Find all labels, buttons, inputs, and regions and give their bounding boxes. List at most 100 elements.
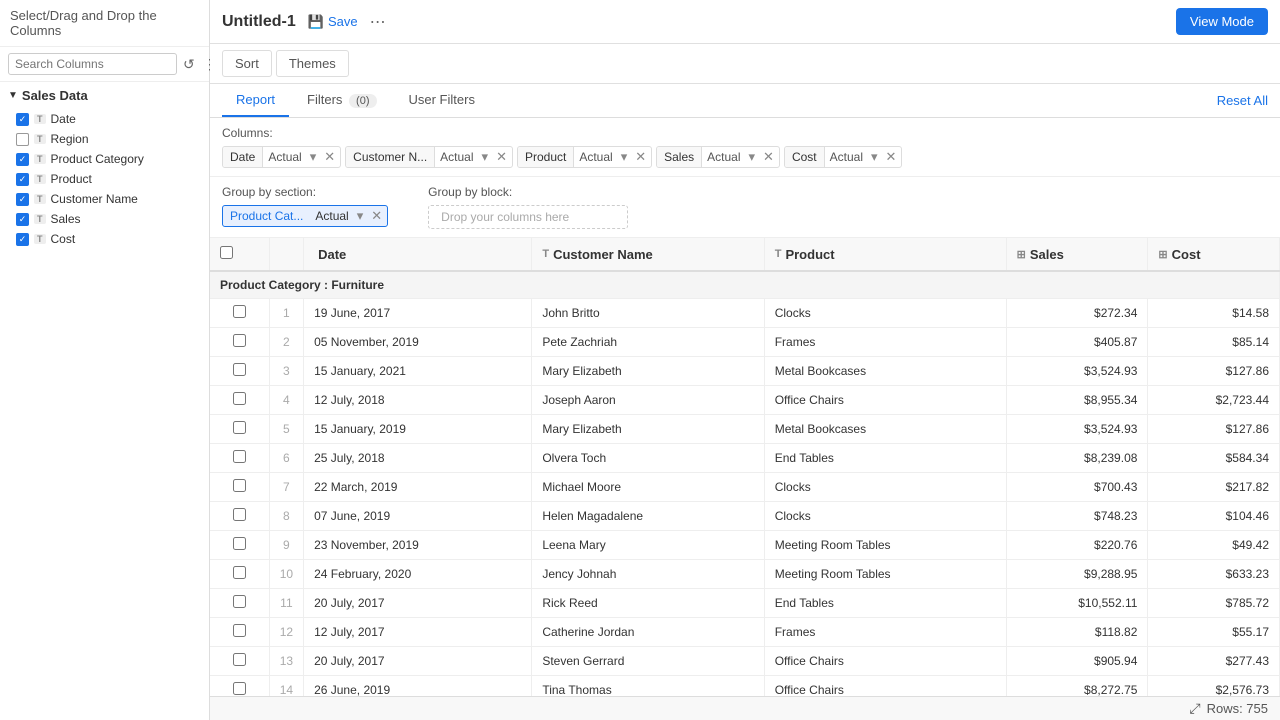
table-row[interactable]: 625 July, 2018Olvera TochEnd Tables$8,23… [210,444,1280,473]
table-row[interactable]: 119 June, 2017John BrittoClocks$272.34$1… [210,299,1280,328]
row-checkbox-cell[interactable] [210,386,269,415]
column-chip[interactable]: Customer N... Actual ▾ ✕ [345,146,513,168]
table-row[interactable]: 1212 July, 2017Catherine JordanFrames$11… [210,618,1280,647]
cell-date: 07 June, 2019 [304,502,532,531]
row-checkbox[interactable] [233,566,246,579]
row-checkbox-cell[interactable] [210,444,269,473]
chevron-down-icon[interactable]: ▾ [746,147,759,167]
tab-report[interactable]: Report [222,84,289,117]
filters-tab-label: Filters [307,92,342,107]
row-checkbox[interactable] [233,450,246,463]
row-checkbox[interactable] [233,479,246,492]
view-mode-button[interactable]: View Mode [1176,8,1268,35]
cell-cost: $217.82 [1148,473,1280,502]
sidebar-field-product[interactable]: ✓TProduct [0,169,209,189]
close-icon[interactable]: ✕ [630,147,651,167]
row-checkbox-cell[interactable] [210,299,269,328]
refresh-icon[interactable]: ↺ [181,54,197,75]
sidebar-field-sales[interactable]: ✓TSales [0,209,209,229]
cell-sales: $8,239.08 [1006,444,1148,473]
th-cost: ⊞Cost [1148,238,1280,271]
th-checkbox[interactable] [210,238,269,271]
table-row[interactable]: 205 November, 2019Pete ZachriahFrames$40… [210,328,1280,357]
close-icon[interactable]: ✕ [366,206,387,226]
row-checkbox-cell[interactable] [210,589,269,618]
sidebar-group-sales-data[interactable]: ▼ Sales Data [0,82,209,109]
row-checkbox[interactable] [233,334,246,347]
tab-filters[interactable]: Filters (0) [293,84,390,117]
groupby-chip[interactable]: Product Cat... Actual ▾ ✕ [222,205,388,227]
table-row[interactable]: 1320 July, 2017Steven GerrardOffice Chai… [210,647,1280,676]
table-row[interactable]: 1120 July, 2017Rick ReedEnd Tables$10,55… [210,589,1280,618]
table-row[interactable]: 315 January, 2021Mary ElizabethMetal Boo… [210,357,1280,386]
row-checkbox-cell[interactable] [210,473,269,502]
row-checkbox[interactable] [233,508,246,521]
chevron-down-icon[interactable]: ▾ [479,147,492,167]
chevron-down-icon[interactable]: ▾ [307,147,320,167]
cell-product: Clocks [764,299,1006,328]
select-all-checkbox[interactable] [220,246,233,259]
column-chip[interactable]: Sales Actual ▾ ✕ [656,146,780,168]
row-checkbox[interactable] [233,537,246,550]
table-wrapper[interactable]: DateTCustomer NameTProduct⊞Sales⊞Cost Pr… [210,238,1280,696]
row-checkbox[interactable] [233,392,246,405]
row-checkbox-cell[interactable] [210,647,269,676]
sidebar-field-cost[interactable]: ✓TCost [0,229,209,249]
row-checkbox[interactable] [233,305,246,318]
close-icon[interactable]: ✕ [491,147,512,167]
row-checkbox[interactable] [233,421,246,434]
table-row[interactable]: 722 March, 2019Michael MooreClocks$700.4… [210,473,1280,502]
more-menu-button[interactable]: ⋯ [370,12,386,32]
row-checkbox-cell[interactable] [210,502,269,531]
tab-user-filters[interactable]: User Filters [395,84,489,117]
table-row[interactable]: 923 November, 2019Leena MaryMeeting Room… [210,531,1280,560]
cell-cost: $127.86 [1148,357,1280,386]
row-checkbox[interactable] [233,595,246,608]
sidebar-field-date[interactable]: ✓TDate [0,109,209,129]
drop-zone[interactable]: Drop your columns here [428,205,628,229]
cell-sales: $272.34 [1006,299,1148,328]
close-icon[interactable]: ✕ [758,147,779,167]
table-row[interactable]: 807 June, 2019Helen MagadaleneClocks$748… [210,502,1280,531]
row-checkbox-cell[interactable] [210,357,269,386]
themes-button[interactable]: Themes [276,50,349,77]
th-label: Date [318,247,346,262]
chevron-down-icon[interactable]: ▾ [868,147,881,167]
cell-customer: Helen Magadalene [532,502,764,531]
sidebar-field-customer_name[interactable]: ✓TCustomer Name [0,189,209,209]
table-row[interactable]: 1024 February, 2020Jency JohnahMeeting R… [210,560,1280,589]
cell-sales: $118.82 [1006,618,1148,647]
row-checkbox[interactable] [233,682,246,695]
cell-sales: $700.43 [1006,473,1148,502]
row-checkbox-cell[interactable] [210,415,269,444]
search-input[interactable] [8,53,177,75]
row-checkbox-cell[interactable] [210,676,269,697]
chevron-down-icon[interactable]: ▾ [354,206,367,226]
reset-all-link[interactable]: Reset All [1217,93,1268,108]
sort-button[interactable]: Sort [222,50,272,77]
row-checkbox-cell[interactable] [210,560,269,589]
checkbox-icon: ✓ [16,173,29,186]
row-checkbox-cell[interactable] [210,531,269,560]
col-chip-value: Actual [263,147,306,167]
row-checkbox[interactable] [233,624,246,637]
close-icon[interactable]: ✕ [881,147,902,167]
row-checkbox-cell[interactable] [210,618,269,647]
row-checkbox[interactable] [233,653,246,666]
cell-sales: $8,955.34 [1006,386,1148,415]
row-checkbox[interactable] [233,363,246,376]
table-row[interactable]: 1426 June, 2019Tina ThomasOffice Chairs$… [210,676,1280,697]
sidebar-field-region[interactable]: TRegion [0,129,209,149]
sidebar-field-product_category[interactable]: ✓TProduct Category [0,149,209,169]
table-row[interactable]: 412 July, 2018Joseph AaronOffice Chairs$… [210,386,1280,415]
column-chip[interactable]: Date Actual ▾ ✕ [222,146,341,168]
save-button[interactable]: 💾 Save [308,14,358,30]
cell-product: Office Chairs [764,386,1006,415]
chevron-down-icon[interactable]: ▾ [618,147,631,167]
column-chip[interactable]: Product Actual ▾ ✕ [517,146,652,168]
column-chip[interactable]: Cost Actual ▾ ✕ [784,146,902,168]
table-row[interactable]: 515 January, 2019Mary ElizabethMetal Boo… [210,415,1280,444]
close-icon[interactable]: ✕ [319,147,340,167]
type-badge: T [34,234,46,244]
row-checkbox-cell[interactable] [210,328,269,357]
